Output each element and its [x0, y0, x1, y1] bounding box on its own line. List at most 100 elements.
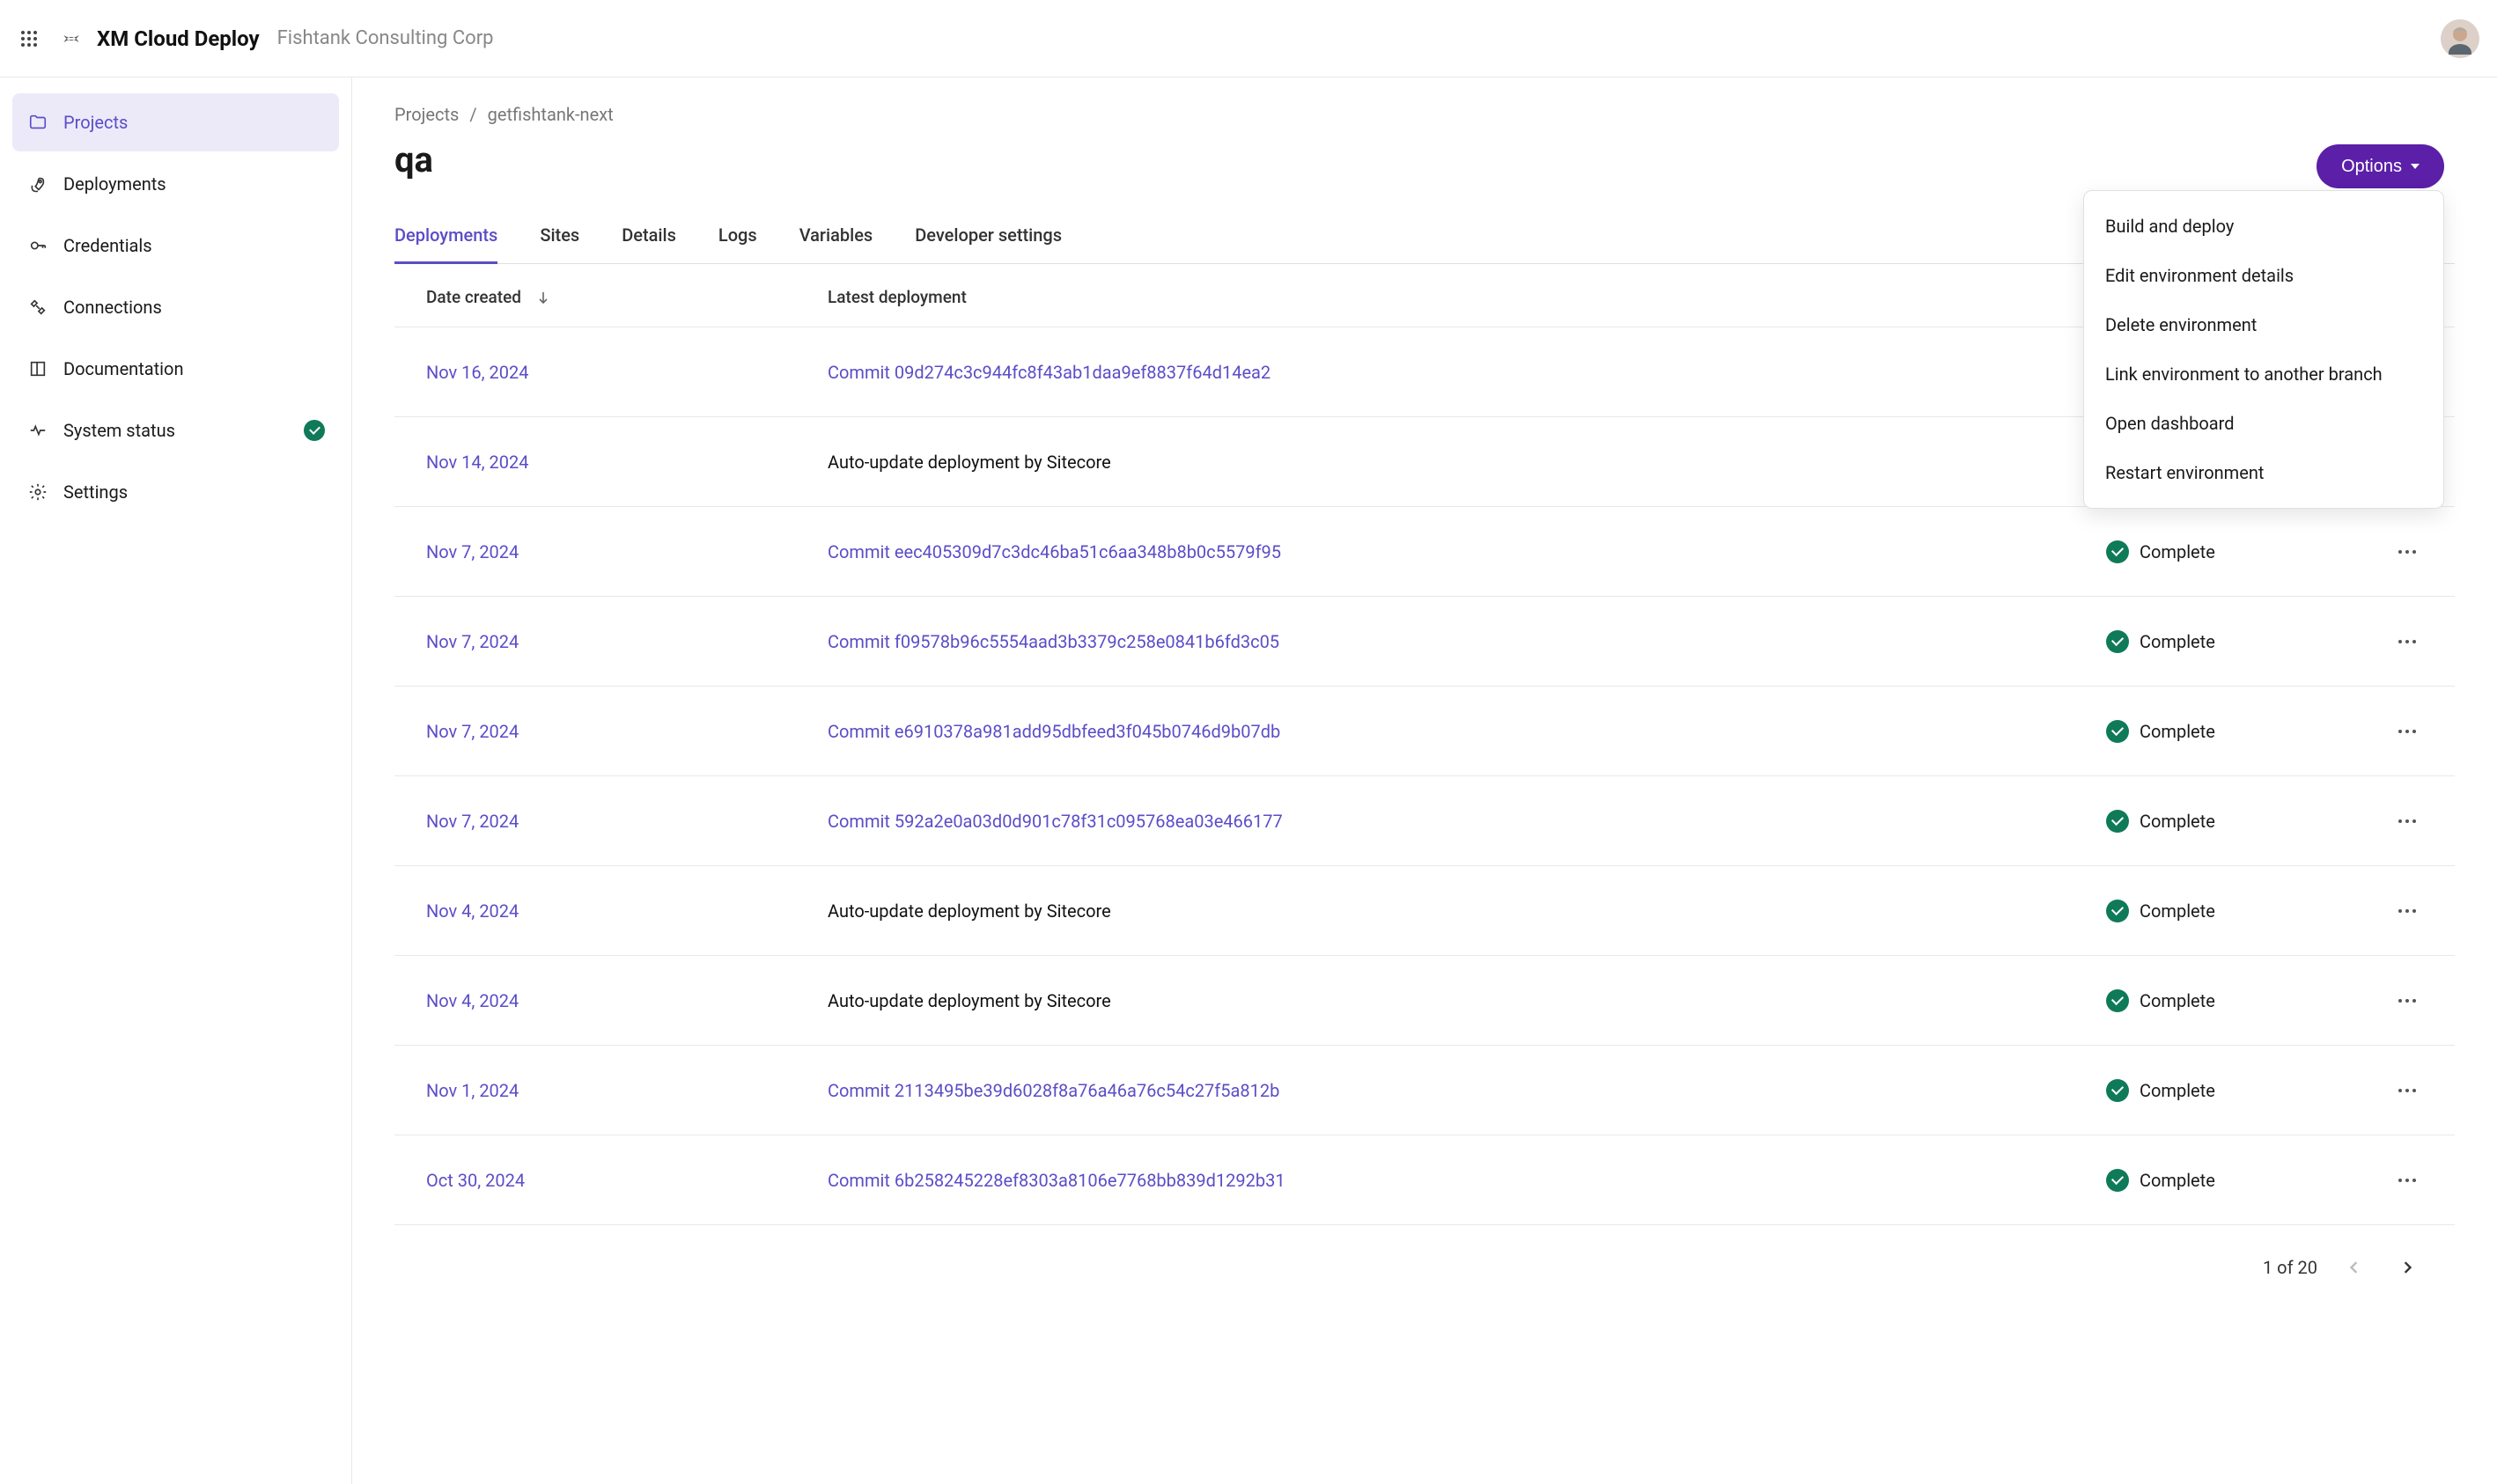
- tab-deployments[interactable]: Deployments: [394, 209, 497, 264]
- deployment-date-link[interactable]: Nov 7, 2024: [426, 541, 519, 562]
- col-header-deployment-label: Latest deployment: [828, 287, 967, 307]
- pagination-text: 1 of 20: [2263, 1257, 2317, 1278]
- sidebar-item-connections[interactable]: Connections: [12, 278, 339, 336]
- status-text: Complete: [2140, 1080, 2215, 1101]
- status-text: Complete: [2140, 541, 2215, 562]
- breadcrumb-link[interactable]: Projects: [394, 104, 459, 125]
- sidebar-item-label: Deployments: [63, 173, 166, 195]
- commit-link[interactable]: Commit 09d274c3c944fc8f43ab1daa9ef8837f6…: [828, 362, 1271, 383]
- options-button[interactable]: Options: [2317, 144, 2444, 188]
- sidebar-item-label: Settings: [63, 481, 128, 503]
- sidebar-item-label: Connections: [63, 297, 162, 318]
- status-complete-icon: [2106, 630, 2129, 653]
- dropdown-item-open-dashboard[interactable]: Open dashboard: [2084, 399, 2443, 448]
- tab-sites[interactable]: Sites: [540, 209, 579, 264]
- row-actions-button[interactable]: [2391, 536, 2423, 568]
- table-row: Nov 7, 2024 Commit e6910378a981add95dbfee…: [394, 687, 2455, 776]
- book-icon: [26, 357, 49, 380]
- row-actions-button[interactable]: [2391, 985, 2423, 1017]
- deployment-date-link[interactable]: Nov 7, 2024: [426, 721, 519, 742]
- status-complete-icon: [2106, 900, 2129, 922]
- commit-link[interactable]: Commit 2113495be39d6028f8a76a46a76c54c27…: [828, 1080, 1279, 1101]
- header: XM Cloud Deploy Fishtank Consulting Corp: [0, 0, 2497, 77]
- status-text: Complete: [2140, 1170, 2215, 1191]
- options-button-label: Options: [2341, 157, 2402, 177]
- sidebar: Projects Deployments Credentials Connection…: [0, 77, 352, 1484]
- deployment-date-link[interactable]: Nov 4, 2024: [426, 900, 519, 922]
- commit-link[interactable]: Commit e6910378a981add95dbfeed3f045b0746…: [828, 721, 1280, 742]
- rocket-icon: [26, 173, 49, 195]
- col-header-date[interactable]: Date created: [426, 287, 828, 307]
- sidebar-item-deployments[interactable]: Deployments: [12, 155, 339, 213]
- dropdown-item-link-environment-to-another-branch[interactable]: Link environment to another branch: [2084, 349, 2443, 399]
- status-text: Complete: [2140, 631, 2215, 652]
- page-title: qa: [394, 139, 2455, 180]
- row-actions-button[interactable]: [2391, 716, 2423, 747]
- app-title: XM Cloud Deploy: [97, 26, 260, 51]
- sidebar-item-label: System status: [63, 420, 175, 441]
- col-header-date-label: Date created: [426, 287, 521, 307]
- table-row: Nov 4, 2024Auto-update deployment by Sit…: [394, 956, 2455, 1046]
- sort-descending-icon: [535, 290, 551, 305]
- table-row: Nov 7, 2024 Commit eec405309d7c3dc46ba51c…: [394, 507, 2455, 597]
- row-actions-button[interactable]: [2391, 1164, 2423, 1196]
- status-text: Complete: [2140, 721, 2215, 742]
- tab-developer-settings[interactable]: Developer settings: [915, 209, 1062, 264]
- sidebar-item-credentials[interactable]: Credentials: [12, 217, 339, 275]
- deployment-description: Auto-update deployment by Sitecore: [828, 900, 1111, 922]
- deployment-date-link[interactable]: Nov 1, 2024: [426, 1080, 519, 1101]
- deployment-date-link[interactable]: Oct 30, 2024: [426, 1170, 525, 1191]
- row-actions-button[interactable]: [2391, 895, 2423, 927]
- row-actions-button[interactable]: [2391, 805, 2423, 837]
- deployment-date-link[interactable]: Nov 4, 2024: [426, 990, 519, 1011]
- main-content: Projects / getfishtank-next qa Options B…: [352, 77, 2497, 1484]
- product-logo-icon: [58, 26, 85, 52]
- table-row: Oct 30, 2024 Commit 6b258245228ef8303a810…: [394, 1135, 2455, 1225]
- sidebar-item-projects[interactable]: Projects: [12, 93, 339, 151]
- avatar[interactable]: [2441, 19, 2479, 58]
- tab-details[interactable]: Details: [622, 209, 676, 264]
- commit-link[interactable]: Commit f09578b96c5554aad3b3379c258e0841b…: [828, 631, 1279, 652]
- deployment-date-link[interactable]: Nov 7, 2024: [426, 811, 519, 832]
- table-row: Nov 4, 2024 Auto-update deployment by Sit…: [394, 866, 2455, 956]
- status-text: Complete: [2140, 900, 2215, 922]
- breadcrumb-separator: /: [469, 104, 476, 125]
- table-row: Nov 7, 2024 Commit 592a2e0a03d0d901c78f31…: [394, 776, 2455, 866]
- sidebar-item-label: Documentation: [63, 358, 184, 379]
- deployment-description: Auto-update deployment by Sitecore: [828, 452, 1111, 473]
- dropdown-item-delete-environment[interactable]: Delete environment: [2084, 300, 2443, 349]
- breadcrumb-link[interactable]: getfishtank-next: [488, 104, 614, 125]
- deployment-date-link[interactable]: Nov 16, 2024: [426, 362, 529, 383]
- sidebar-item-documentation[interactable]: Documentation: [12, 340, 339, 398]
- table-row: Nov 7, 2024 Commit f09578b96c5554aad3b337…: [394, 597, 2455, 687]
- dropdown-item-restart-environment[interactable]: Restart environment: [2084, 448, 2443, 497]
- breadcrumb: Projects / getfishtank-next: [394, 104, 2455, 125]
- status-complete-icon: [2106, 989, 2129, 1012]
- table-row: Nov 1, 2024 Commit 2113495be39d6028f8a76a…: [394, 1046, 2455, 1135]
- heartbeat-icon: [26, 419, 49, 442]
- col-header-deployment[interactable]: Latest deployment: [828, 287, 2106, 307]
- chevron-down-icon: [2411, 164, 2420, 169]
- commit-link[interactable]: Commit 592a2e0a03d0d901c78f31c095768ea03…: [828, 811, 1283, 832]
- status-complete-icon: [2106, 1079, 2129, 1102]
- pagination: 1 of 20: [394, 1225, 2455, 1283]
- folder-icon: [26, 111, 49, 134]
- commit-link[interactable]: Commit eec405309d7c3dc46ba51c6aa348b8b0c…: [828, 541, 1281, 562]
- commit-link[interactable]: Commit 6b258245228ef8303a8106e7768bb839d…: [828, 1170, 1285, 1191]
- options-dropdown: Build and deployEdit environment details…: [2083, 190, 2444, 509]
- tab-logs[interactable]: Logs: [718, 209, 757, 264]
- next-page-button[interactable]: [2391, 1252, 2423, 1283]
- apps-menu-icon[interactable]: [16, 26, 42, 52]
- sidebar-item-system-status[interactable]: System status: [12, 401, 339, 459]
- status-ok-icon: [304, 420, 325, 441]
- dropdown-item-build-and-deploy[interactable]: Build and deploy: [2084, 202, 2443, 251]
- dropdown-item-edit-environment-details[interactable]: Edit environment details: [2084, 251, 2443, 300]
- row-actions-button[interactable]: [2391, 1075, 2423, 1106]
- tab-variables[interactable]: Variables: [799, 209, 873, 264]
- deployment-date-link[interactable]: Nov 7, 2024: [426, 631, 519, 652]
- sidebar-item-settings[interactable]: Settings: [12, 463, 339, 521]
- org-name: Fishtank Consulting Corp: [277, 27, 494, 49]
- prev-page-button[interactable]: [2339, 1252, 2370, 1283]
- row-actions-button[interactable]: [2391, 626, 2423, 658]
- deployment-date-link[interactable]: Nov 14, 2024: [426, 452, 529, 473]
